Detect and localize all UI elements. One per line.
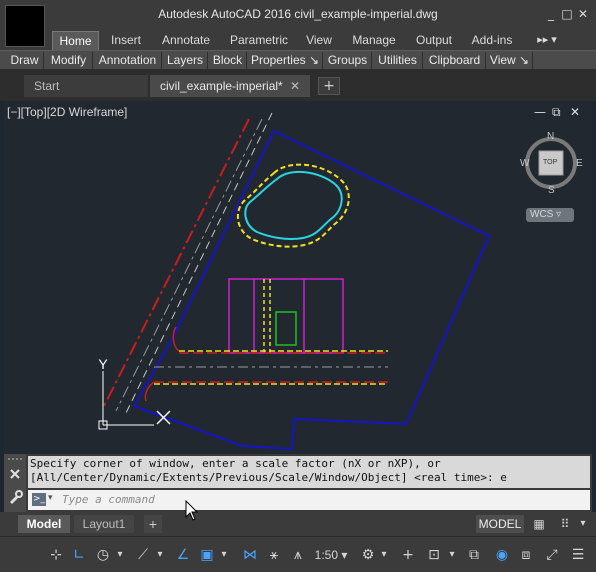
title-bar: Autodesk AutoCAD 2016 civil_example-impe… xyxy=(0,0,596,47)
panel-view[interactable]: View ↘ xyxy=(487,52,533,69)
panel-clipboard[interactable]: Clipboard xyxy=(424,52,486,69)
drawing-tab[interactable]: civil_example-imperial* ✕ xyxy=(150,75,310,97)
command-input[interactable]: Type a command xyxy=(62,492,155,508)
ortho-icon[interactable]: ∟ xyxy=(70,545,88,565)
compass-north[interactable]: N xyxy=(547,131,554,142)
panel-annotation[interactable]: Annotation xyxy=(94,52,162,69)
panel-block[interactable]: Block xyxy=(209,52,247,69)
viewcube[interactable]: N S E W TOP xyxy=(514,127,590,203)
drawing-tab-label: civil_example-imperial* xyxy=(160,79,283,93)
tab-view[interactable]: View xyxy=(301,31,337,50)
minimize-button[interactable]: _ xyxy=(544,6,558,22)
autocad-window: Autodesk AutoCAD 2016 civil_example-impe… xyxy=(0,0,596,572)
tab-output[interactable]: Output xyxy=(410,31,458,50)
structure xyxy=(275,311,297,346)
command-prompt-icon[interactable]: >_ xyxy=(32,493,46,506)
viewcube-top-face[interactable]: TOP xyxy=(543,159,557,166)
panel-properties[interactable]: Properties ↘ xyxy=(248,52,323,69)
customize-menu-icon[interactable]: ☰ xyxy=(568,545,588,565)
snap-icon[interactable]: ⠿ xyxy=(556,515,574,533)
osnap-dropdown-icon[interactable]: ▾ xyxy=(218,545,230,565)
isolate-objects-icon[interactable]: ⧈ xyxy=(516,545,536,565)
ucs-y-label: Y xyxy=(98,356,108,372)
window-title: Autodesk AutoCAD 2016 civil_example-impe… xyxy=(158,7,438,21)
new-layout-button[interactable]: + xyxy=(144,515,162,533)
maximize-button[interactable]: □ xyxy=(560,6,574,22)
command-history: Specify corner of window, enter a scale … xyxy=(28,456,590,488)
polar-dropdown-icon[interactable]: ▾ xyxy=(114,545,126,565)
otrack-icon[interactable]: ∠ xyxy=(174,545,192,565)
building-footprint xyxy=(228,278,344,354)
annotation-scale-select[interactable]: 1:50 ▾ xyxy=(310,545,352,565)
ribbon-overflow-button[interactable]: ▸▸ ▾ xyxy=(522,31,572,50)
grid-icon[interactable]: ▦ xyxy=(530,515,548,533)
compass-south[interactable]: S xyxy=(548,185,555,196)
tab-manage[interactable]: Manage xyxy=(346,31,402,50)
isodraft-icon[interactable]: ⟋ xyxy=(134,545,152,565)
drawing-viewport[interactable]: [−][Top][2D Wireframe] — ⧉ ✕ Y N S E W T… xyxy=(4,101,592,454)
layout-tab-bar: Model Layout1 + MODEL ▦ ⠿ ▾ xyxy=(0,512,596,536)
tab-model[interactable]: Model xyxy=(18,515,70,533)
command-line-grip-icon[interactable] xyxy=(4,454,26,512)
tab-addins[interactable]: Add-ins xyxy=(467,31,517,50)
lock-ui-icon[interactable]: ◉ xyxy=(492,545,512,565)
close-button[interactable]: ✕ xyxy=(576,6,590,22)
new-tab-button[interactable]: + xyxy=(318,77,340,95)
command-history-line: Specify corner of window, enter a scale … xyxy=(30,457,441,470)
panel-groups[interactable]: Groups xyxy=(324,52,372,69)
viewport-controls-label[interactable]: [−][Top][2D Wireframe] xyxy=(7,105,127,119)
road-edge-left xyxy=(103,118,250,407)
tab-insert[interactable]: Insert xyxy=(104,31,148,50)
close-tab-icon[interactable]: ✕ xyxy=(290,75,300,97)
units-icon[interactable]: ⊡ xyxy=(424,545,444,565)
document-tab-bar: Start civil_example-imperial* ✕ + xyxy=(0,69,596,101)
compass-east[interactable]: E xyxy=(576,158,583,169)
viewport-close-icon[interactable]: ✕ xyxy=(570,105,580,119)
dynamic-input-icon[interactable]: ⊹ xyxy=(46,545,66,565)
mouse-cursor-icon xyxy=(185,500,199,521)
auto-scale-icon[interactable]: ⚹ xyxy=(264,545,284,565)
start-tab[interactable]: Start xyxy=(24,75,148,97)
panel-layers[interactable]: Layers xyxy=(163,52,208,69)
pond-outline xyxy=(236,163,350,248)
viewport-restore-icon[interactable]: ⧉ xyxy=(552,105,561,120)
annotation-visibility-icon[interactable]: ⋈ xyxy=(240,545,260,565)
snap-dropdown-icon[interactable]: ▾ xyxy=(576,515,590,533)
status-bar: ⊹ ∟ ◷ ▾ ⟋ ▾ ∠ ▣ ▾ ⋈ ⚹ ⩚ 1:50 ▾ ⚙ ▾ + ⊡ ▾… xyxy=(0,536,596,572)
road-edge-right xyxy=(125,112,273,414)
ribbon-tab-bar: Home Insert Annotate Parametric View Man… xyxy=(0,30,596,50)
command-line: Specify corner of window, enter a scale … xyxy=(4,454,592,512)
property-boundary xyxy=(132,129,491,451)
quick-properties-icon[interactable]: ⧉ xyxy=(464,545,484,565)
command-input-row[interactable]: >_ ▾ Type a command xyxy=(28,490,590,510)
fullscreen-icon[interactable]: ⤢ xyxy=(542,545,562,565)
command-line-side xyxy=(4,454,26,512)
app-menu-button[interactable] xyxy=(5,5,45,47)
drawing-canvas: Y xyxy=(98,112,491,451)
command-history-line: [All/Center/Dynamic/Extents/Previous/Sca… xyxy=(30,471,507,484)
panel-modify[interactable]: Modify xyxy=(45,52,93,69)
pond xyxy=(244,170,343,241)
tab-layout1[interactable]: Layout1 xyxy=(74,515,134,533)
annotation-monitor-icon[interactable]: + xyxy=(398,545,418,565)
compass-west[interactable]: W xyxy=(520,158,529,169)
polar-icon[interactable]: ◷ xyxy=(94,545,112,565)
recent-commands-dropdown-icon[interactable]: ▾ xyxy=(48,493,53,503)
viewport-minimize-icon[interactable]: — xyxy=(534,105,546,119)
wcs-menu[interactable]: WCS ▿ xyxy=(526,208,574,222)
osnap-icon[interactable]: ▣ xyxy=(198,545,216,565)
tab-home[interactable]: Home xyxy=(52,31,99,50)
panel-draw[interactable]: Draw xyxy=(6,52,44,69)
tab-annotate[interactable]: Annotate xyxy=(155,31,217,50)
model-space-button[interactable]: MODEL xyxy=(476,515,524,533)
units-dropdown-icon[interactable]: ▾ xyxy=(446,545,458,565)
tab-parametric[interactable]: Parametric xyxy=(225,31,293,50)
isodraft-dropdown-icon[interactable]: ▾ xyxy=(154,545,166,565)
annotation-scale-icon[interactable]: ⩚ xyxy=(288,545,308,565)
workspace-gear-icon[interactable]: ⚙ xyxy=(358,545,378,565)
workspace-dropdown-icon[interactable]: ▾ xyxy=(378,545,390,565)
ribbon-panel-bar: Draw Modify Annotation Layers Block Prop… xyxy=(0,50,596,69)
panel-utilities[interactable]: Utilities xyxy=(373,52,423,69)
